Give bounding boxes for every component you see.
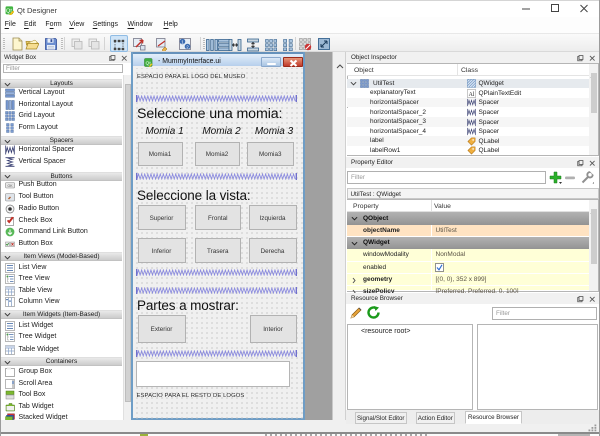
svg-text:OK: OK [7, 184, 13, 188]
svg-text:Al: Al [468, 92, 474, 98]
